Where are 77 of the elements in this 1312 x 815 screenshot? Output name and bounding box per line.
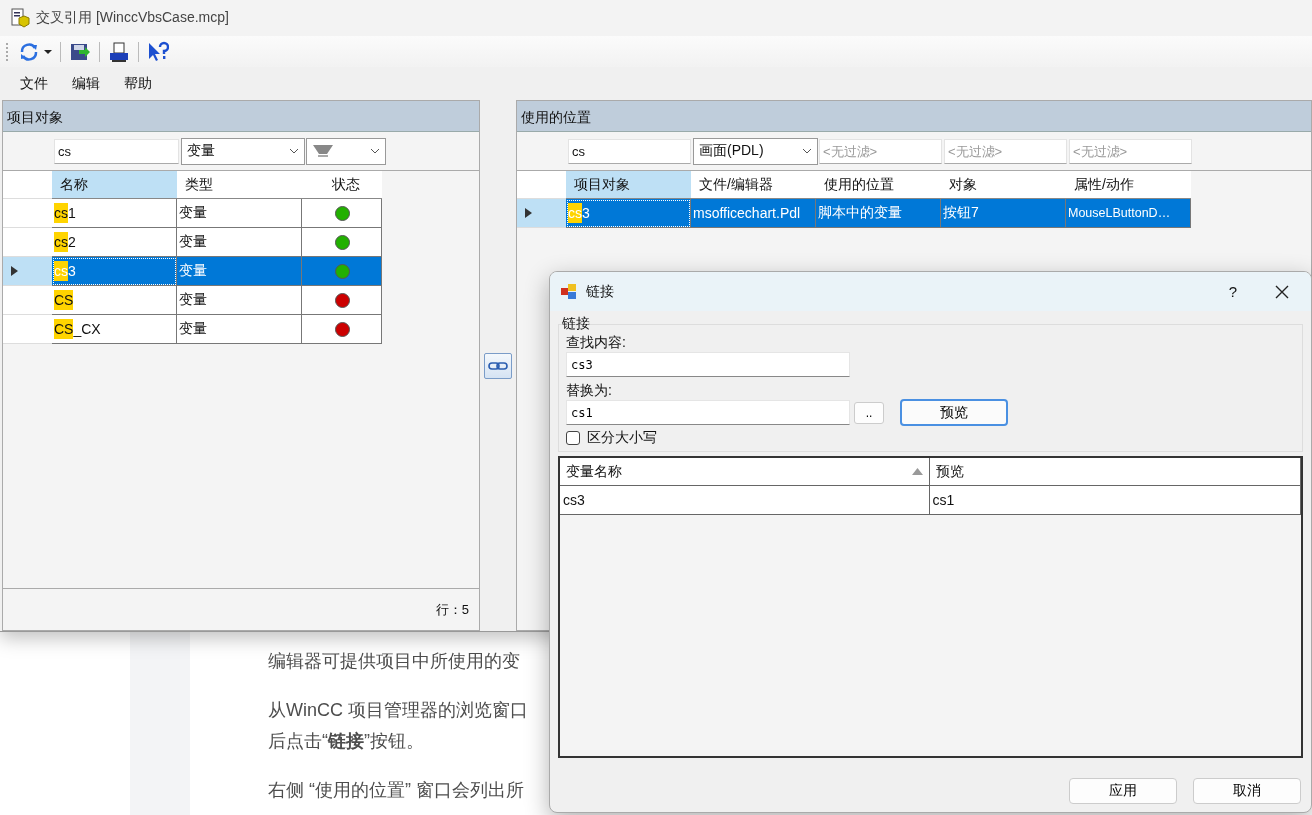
filter-field[interactable]: <无过滤> (944, 138, 1067, 164)
funnel-icon (312, 144, 334, 158)
chevron-down-icon (370, 148, 380, 154)
column-header[interactable]: 文件/编辑器 (691, 171, 816, 199)
table-cell: cs1 (52, 199, 177, 228)
table-cell: cs3 (52, 257, 177, 286)
column-header[interactable]: 名称 (52, 171, 177, 199)
column-header[interactable]: 状态 (302, 171, 382, 199)
table-cell: CS_CX (52, 315, 177, 344)
object-filter-field[interactable]: cs (568, 138, 691, 164)
article-text: 编辑器可提供项目中所使用的变 (268, 650, 521, 673)
dialog-title: 链接 (586, 282, 615, 301)
replace-label: 替换为: (566, 381, 613, 399)
status-filter-dropdown[interactable] (306, 137, 386, 165)
table-cell: CS (52, 286, 177, 315)
table-cell: MouseLButtonD… (1066, 199, 1191, 228)
chevron-down-icon (289, 148, 299, 154)
preview-button[interactable]: 预览 (900, 399, 1008, 426)
help-cursor-icon[interactable] (147, 40, 169, 63)
table-cell: 变量 (177, 286, 302, 315)
menu-item[interactable]: 文件 (8, 70, 60, 97)
chevron-down-icon (802, 148, 812, 154)
table-cell: 变量 (177, 199, 302, 228)
filter-field[interactable]: <无过滤> (1069, 138, 1192, 164)
column-header[interactable]: 变量名称 (560, 458, 930, 486)
article-text: 从WinCC 项目管理器的浏览窗口 (268, 699, 528, 722)
case-checkbox[interactable] (566, 431, 580, 445)
row-count: 行：5 (435, 600, 469, 619)
app-icon (10, 8, 30, 28)
case-label: 区分大小写 (587, 429, 657, 447)
row-header[interactable] (517, 199, 566, 228)
current-row-icon (525, 208, 532, 218)
table-cell: cs1 (929, 486, 1301, 515)
name-filter-field[interactable]: cs (54, 138, 179, 164)
table-cell: 按钮7 (941, 199, 1066, 228)
table-cell: msofficechart.Pdl (691, 199, 816, 228)
article-text: 右侧 “使用的位置” 窗口会列出所 (268, 779, 525, 802)
filter-field[interactable]: <无过滤> (819, 138, 942, 164)
sort-ascending-icon (911, 468, 923, 475)
replace-field[interactable]: cs1 (566, 400, 850, 425)
menu-item[interactable]: 编辑 (60, 70, 112, 97)
refresh-icon[interactable] (18, 40, 40, 63)
window-title: 交叉引用 [WinccVbsCase.mcp] (36, 9, 229, 27)
column-header[interactable]: 使用的位置 (816, 171, 941, 199)
table-cell: 变量 (177, 315, 302, 344)
editor-dropdown[interactable]: 画面(PDL) (693, 137, 818, 165)
table-cell: cs3 (560, 486, 930, 515)
column-header[interactable]: 对象 (941, 171, 1066, 199)
help-button[interactable]: ? (1228, 283, 1237, 300)
browse-button[interactable]: .. (854, 401, 884, 424)
print-icon[interactable] (108, 40, 130, 63)
dialog-button[interactable]: 取消 (1193, 778, 1301, 804)
column-header[interactable]: 属性/动作 (1066, 171, 1191, 199)
current-row-icon (11, 266, 18, 276)
column-header[interactable]: 类型 (177, 171, 302, 199)
find-field[interactable]: cs3 (566, 352, 850, 377)
table-cell: cs2 (52, 228, 177, 257)
link-button[interactable] (484, 352, 512, 379)
link-dialog-icon (560, 282, 578, 301)
group-title: 链接 (562, 315, 590, 333)
dialog-button[interactable]: 应用 (1069, 778, 1177, 804)
row-header[interactable] (3, 257, 52, 286)
close-icon[interactable] (1275, 284, 1289, 299)
article-text: 后点击“链接”按钮。 (268, 730, 425, 753)
table-cell: 脚本中的变量 (816, 199, 941, 228)
panel-header: 项目对象 (3, 101, 479, 132)
link-icon (488, 360, 508, 371)
column-header[interactable]: 项目对象 (566, 171, 691, 199)
table-cell: cs3 (566, 199, 691, 228)
table-cell: 变量 (177, 257, 302, 286)
menu-item[interactable]: 帮助 (112, 70, 164, 97)
type-dropdown[interactable]: 变量 (181, 137, 305, 165)
panel-header: 使用的位置 (517, 101, 1311, 132)
find-label: 查找内容: (566, 333, 627, 351)
table-cell: 变量 (177, 228, 302, 257)
column-header[interactable]: 预览 (929, 458, 1301, 486)
caret-icon[interactable] (44, 48, 52, 55)
